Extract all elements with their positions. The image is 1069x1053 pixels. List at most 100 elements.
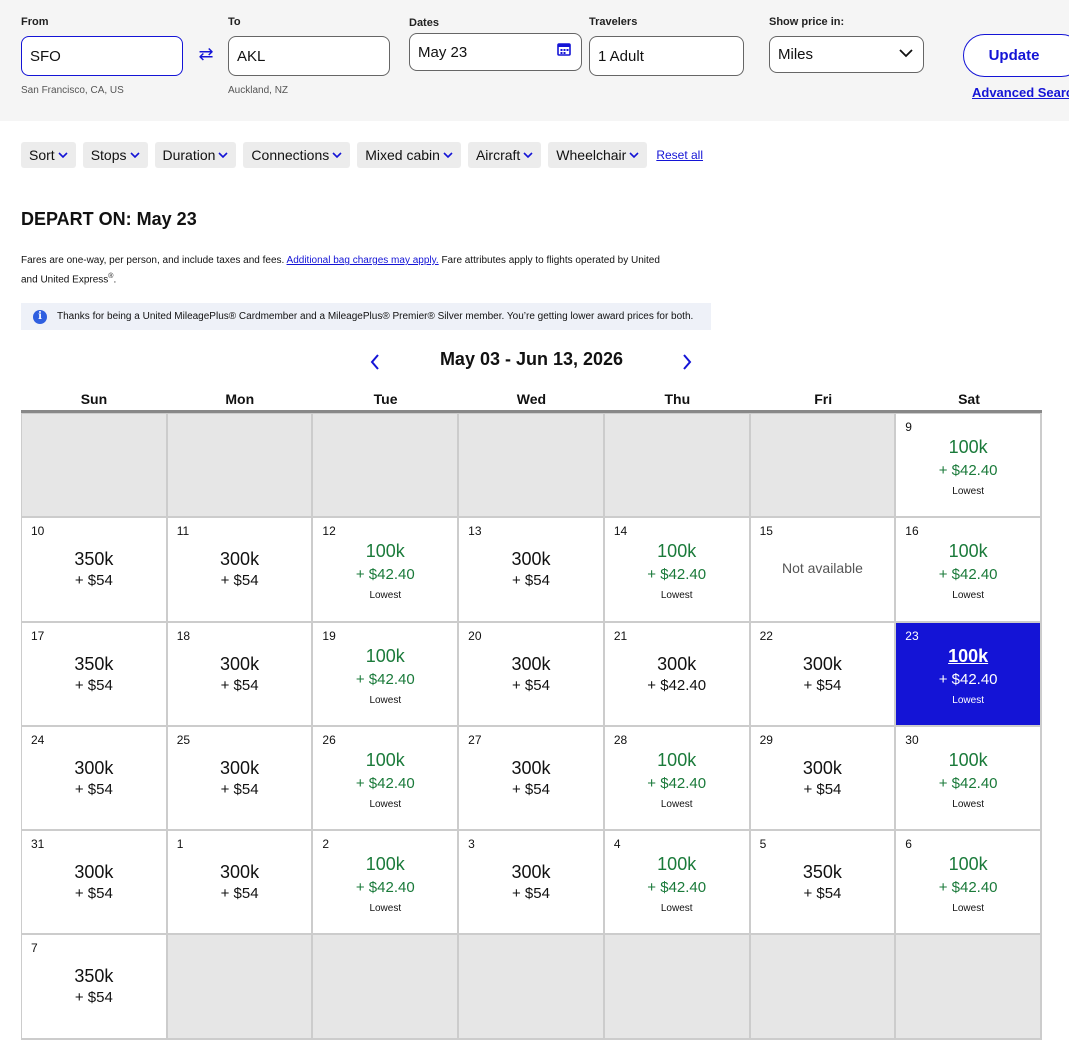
miles-price: 100k (657, 749, 697, 770)
filter-duration-button[interactable]: Duration (154, 142, 237, 168)
miles-price: 300k (657, 653, 697, 674)
tax-price: + $54 (220, 780, 259, 798)
travelers-input[interactable]: 1 Adult (589, 36, 744, 76)
day-number: 6 (905, 837, 912, 852)
day-number: 17 (31, 628, 45, 643)
tax-price: + $42.40 (647, 566, 707, 584)
miles-price: 350k (74, 653, 114, 674)
calendar-day-cell[interactable]: 4 100k + $42.40 Lowest (604, 831, 751, 936)
from-label: From (21, 16, 49, 28)
miles-price: 300k (511, 757, 551, 778)
calendar-day-cell[interactable]: 10 350k + $54 (22, 518, 168, 623)
calendar-day-cell[interactable]: 13 300k + $54 (459, 518, 605, 623)
reset-all-link[interactable]: Reset all (656, 148, 703, 162)
calendar-day-cell[interactable]: 18 300k + $54 (167, 622, 314, 727)
tax-price: + $42.40 (938, 566, 998, 584)
calendar-day-cell[interactable]: 21 300k + $42.40 (604, 622, 751, 727)
lowest-badge: Lowest (952, 694, 984, 706)
calendar-day-cell[interactable]: 6 100k + $42.40 Lowest (896, 831, 1042, 936)
advanced-search-link[interactable]: Advanced Search (972, 85, 1069, 100)
chevron-down-icon (523, 151, 533, 158)
day-number: 29 (759, 732, 773, 747)
calendar-icon (557, 43, 571, 56)
price-select[interactable]: Miles (769, 36, 924, 73)
calendar-day-cell[interactable]: 17 350k + $54 (22, 622, 168, 727)
calendar-cell-empty (459, 935, 605, 1040)
miles-price: 100k (657, 541, 697, 562)
calendar-day-cell[interactable]: 20 300k + $54 (459, 622, 605, 727)
bag-charges-link[interactable]: Additional bag charges may apply. (287, 255, 439, 266)
filter-connections-button[interactable]: Connections (243, 142, 351, 168)
calendar-day-cell[interactable]: 22 300k + $54 (750, 622, 897, 727)
calendar-day-cell[interactable]: 28 100k + $42.40 Lowest (604, 726, 751, 832)
calendar-day-cell[interactable]: 1 300k + $54 (167, 831, 314, 936)
miles-price: 100k (948, 541, 988, 562)
tax-price: + $54 (74, 780, 113, 798)
notice-text: Thanks for being a United MileagePlus® C… (57, 311, 694, 322)
miles-price: 300k (802, 653, 842, 674)
chevron-left-icon[interactable] (369, 353, 381, 371)
filter-label: Wheelchair (556, 147, 627, 163)
calendar-day-cell[interactable]: 16 100k + $42.40 Lowest (896, 518, 1042, 623)
chevron-down-icon (629, 151, 639, 158)
from-city: San Francisco, CA, US (21, 85, 124, 96)
calendar-day-cell[interactable]: 27 300k + $54 (459, 726, 605, 832)
calendar-day-cell[interactable]: 23 100k + $42.40 Lowest (896, 622, 1042, 727)
calendar-day-cell[interactable]: 29 300k + $54 (750, 726, 897, 832)
price-value: Miles (778, 46, 814, 63)
update-button[interactable]: Update (963, 34, 1069, 77)
to-city: Auckland, NZ (228, 85, 289, 96)
miles-price: 300k (220, 653, 260, 674)
calendar-day-cell[interactable]: 25 300k + $54 (167, 726, 314, 832)
filter-bar: Sort Stops Duration Connections Mixed cabin A… (21, 142, 703, 168)
calendar-day-cell[interactable]: 15 Not available (750, 518, 897, 623)
tax-price: + $42.40 (647, 676, 707, 694)
chevron-down-icon (58, 151, 68, 158)
calendar-cell-empty (459, 414, 605, 519)
filter-label: Mixed cabin (365, 147, 440, 163)
date-range: May 03 - Jun 13, 2026 (439, 349, 624, 369)
filter-sort-button[interactable]: Sort (21, 142, 76, 168)
calendar-nav: May 03 - Jun 13, 2026 (21, 349, 1042, 375)
calendar-cell-empty (22, 414, 168, 519)
calendar-day-cell[interactable]: 9 100k + $42.40 Lowest (896, 414, 1042, 519)
calendar-day-cell[interactable]: 5 350k + $54 (750, 831, 897, 936)
miles-price: 300k (74, 757, 114, 778)
day-number: 1 (176, 837, 184, 852)
calendar-day-cell[interactable]: 19 100k + $42.40 Lowest (313, 622, 460, 727)
swap-icon[interactable]: ⇄ (195, 44, 217, 64)
filter-aircraft-button[interactable]: Aircraft (467, 142, 542, 168)
filter-wheelchair-button[interactable]: Wheelchair (548, 142, 648, 168)
calendar-day-cell[interactable]: 14 100k + $42.40 Lowest (604, 518, 751, 623)
tax-price: + $54 (74, 885, 113, 903)
day-number: 31 (31, 837, 45, 852)
calendar-day-cell[interactable]: 30 100k + $42.40 Lowest (896, 726, 1042, 832)
calendar-day-cell[interactable]: 3 300k + $54 (459, 831, 605, 936)
calendar-day-cell[interactable]: 26 100k + $42.40 Lowest (313, 726, 460, 832)
weekday-fri: Fri (814, 391, 833, 407)
weekday-sun: Sun (80, 391, 108, 407)
travelers-label: Travelers (589, 16, 638, 28)
calendar-day-cell[interactable]: 2 100k + $42.40 Lowest (313, 831, 460, 936)
from-input[interactable]: SFO (21, 36, 183, 76)
fares-note: Fares are one-way, per person, and inclu… (21, 253, 661, 288)
filter-stops-button[interactable]: Stops (82, 142, 148, 168)
chevron-down-icon (218, 151, 228, 158)
dates-input[interactable]: May 23 (409, 33, 582, 71)
calendar-day-cell[interactable]: 31 300k + $54 (22, 831, 168, 936)
calendar-day-cell[interactable]: 12 100k + $42.40 Lowest (313, 518, 460, 623)
day-number: 15 (759, 524, 773, 539)
day-number: 26 (322, 732, 336, 747)
chevron-right-icon[interactable] (681, 353, 693, 371)
calendar-day-cell[interactable]: 11 300k + $54 (167, 518, 314, 623)
calendar-day-cell[interactable]: 7 350k + $54 (22, 935, 168, 1040)
filter-mixed-cabin-button[interactable]: Mixed cabin (357, 142, 461, 168)
to-input[interactable]: AKL (228, 36, 390, 76)
calendar-day-cell[interactable]: 24 300k + $54 (22, 726, 168, 832)
calendar-cell-empty (604, 935, 751, 1040)
day-number: 13 (468, 524, 482, 539)
chevron-down-icon (129, 151, 140, 158)
not-available-label: Not available (781, 560, 863, 577)
tax-price: + $42.40 (355, 774, 415, 792)
miles-price: 300k (220, 549, 260, 570)
